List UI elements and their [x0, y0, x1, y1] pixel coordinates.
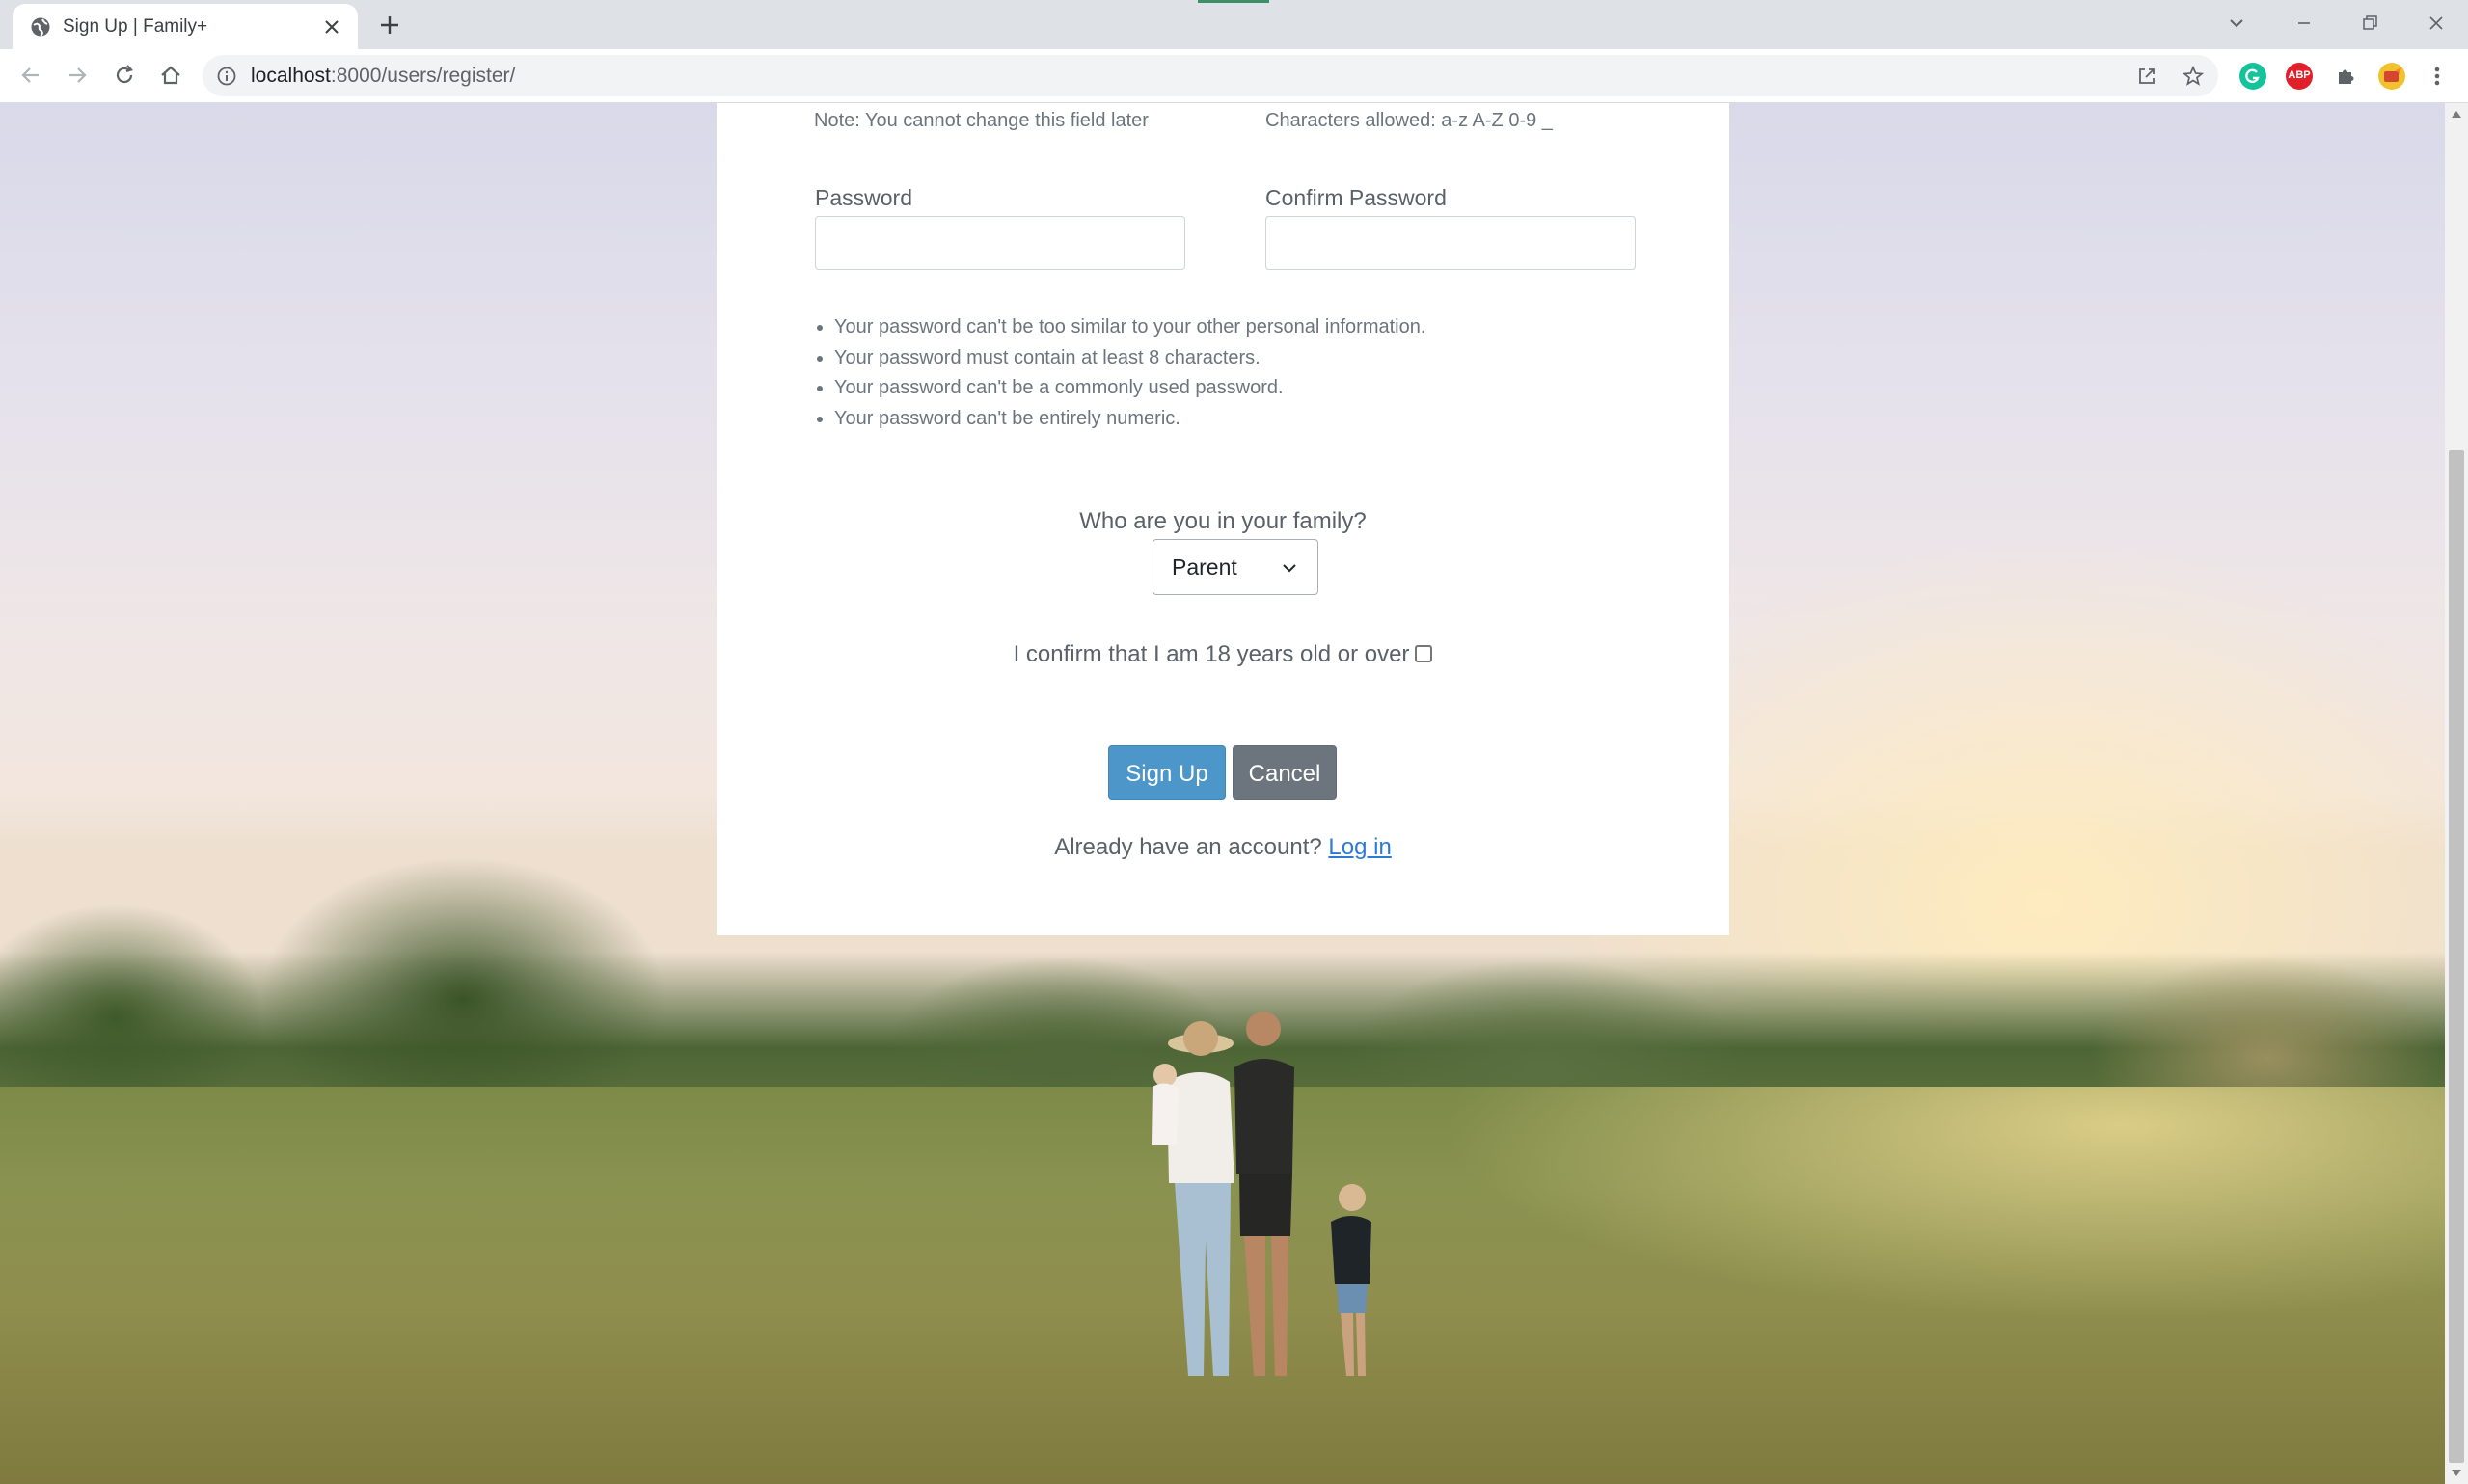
bookmark-star-icon[interactable]	[2182, 65, 2205, 88]
signup-form-card: Note: You cannot change this field later…	[717, 103, 1729, 935]
new-tab-icon[interactable]	[376, 12, 403, 39]
grammarly-extension-icon[interactable]	[2239, 63, 2266, 90]
tab-title: Sign Up | Family+	[63, 16, 208, 37]
site-info-icon[interactable]	[216, 66, 237, 87]
reload-icon[interactable]	[111, 62, 138, 89]
share-icon[interactable]	[2135, 65, 2158, 88]
family-role-label: Who are you in your family?	[1079, 508, 1367, 534]
browser-menu-icon[interactable]	[2426, 63, 2449, 90]
browser-toolbar: localhost:8000/users/register/ ABP	[0, 49, 2468, 103]
confirm-password-label: Confirm Password	[1265, 185, 1447, 210]
username-characters-note: Characters allowed: a-z A-Z 0-9 _	[1265, 110, 1553, 131]
scroll-down-arrow-icon[interactable]	[2451, 1469, 2462, 1478]
adblock-extension-icon[interactable]: ABP	[2286, 63, 2313, 90]
browser-tab-strip: Sign Up | Family+	[0, 0, 2468, 49]
password-label: Password	[815, 185, 912, 210]
back-arrow-icon[interactable]	[17, 62, 44, 89]
login-prompt-row: Already have an account? Log in	[717, 834, 1729, 861]
scrollbar-thumb[interactable]	[2449, 450, 2464, 1463]
close-window-icon[interactable]	[2423, 10, 2450, 37]
list-item: Your password must contain at least 8 ch…	[834, 343, 1425, 374]
password-input[interactable]	[815, 216, 1185, 270]
confirm-password-input[interactable]	[1265, 216, 1636, 270]
globe-icon	[31, 17, 50, 37]
url-text[interactable]: localhost:8000/users/register/	[251, 65, 515, 88]
log-in-link[interactable]: Log in	[1328, 834, 1391, 860]
age-confirm-label: I confirm that I am 18 years old or over	[1013, 641, 1410, 667]
login-prompt-text: Already have an account?	[1054, 834, 1322, 860]
list-item: Your password can't be a commonly used p…	[834, 373, 1425, 404]
age-confirm-row: I confirm that I am 18 years old or over	[717, 641, 1729, 668]
forward-arrow-icon[interactable]	[64, 62, 91, 89]
tab-search-chevron-icon[interactable]	[2223, 10, 2250, 37]
minimize-icon[interactable]	[2291, 10, 2318, 37]
tab-group-indicator	[1198, 0, 1269, 3]
profile-avatar-icon[interactable]	[2378, 63, 2405, 90]
address-bar[interactable]: localhost:8000/users/register/	[203, 55, 2218, 96]
cancel-button[interactable]: Cancel	[1233, 745, 1337, 800]
chevron-down-icon	[1283, 564, 1296, 573]
list-item: Your password can't be entirely numeric.	[834, 404, 1425, 435]
family-role-select[interactable]: Parent	[1153, 539, 1318, 595]
extensions-puzzle-icon[interactable]	[2332, 63, 2359, 90]
age-confirm-checkbox[interactable]	[1415, 645, 1433, 662]
page-scrollbar[interactable]	[2445, 103, 2468, 1484]
close-tab-icon[interactable]	[321, 16, 342, 38]
browser-tab-active[interactable]: Sign Up | Family+	[13, 4, 358, 49]
page-viewport: Note: You cannot change this field later…	[0, 103, 2445, 1484]
list-item: Your password can't be too similar to yo…	[834, 312, 1425, 343]
scroll-up-arrow-icon[interactable]	[2451, 109, 2462, 119]
restore-icon[interactable]	[2356, 10, 2383, 37]
sign-up-button[interactable]: Sign Up	[1108, 745, 1226, 800]
home-icon[interactable]	[157, 62, 184, 89]
family-role-selected-value: Parent	[1172, 554, 1237, 580]
username-note: Note: You cannot change this field later	[814, 110, 1149, 131]
family-photo-figures	[1152, 1012, 1371, 1376]
password-requirements-list: Your password can't be too similar to yo…	[813, 312, 1425, 434]
